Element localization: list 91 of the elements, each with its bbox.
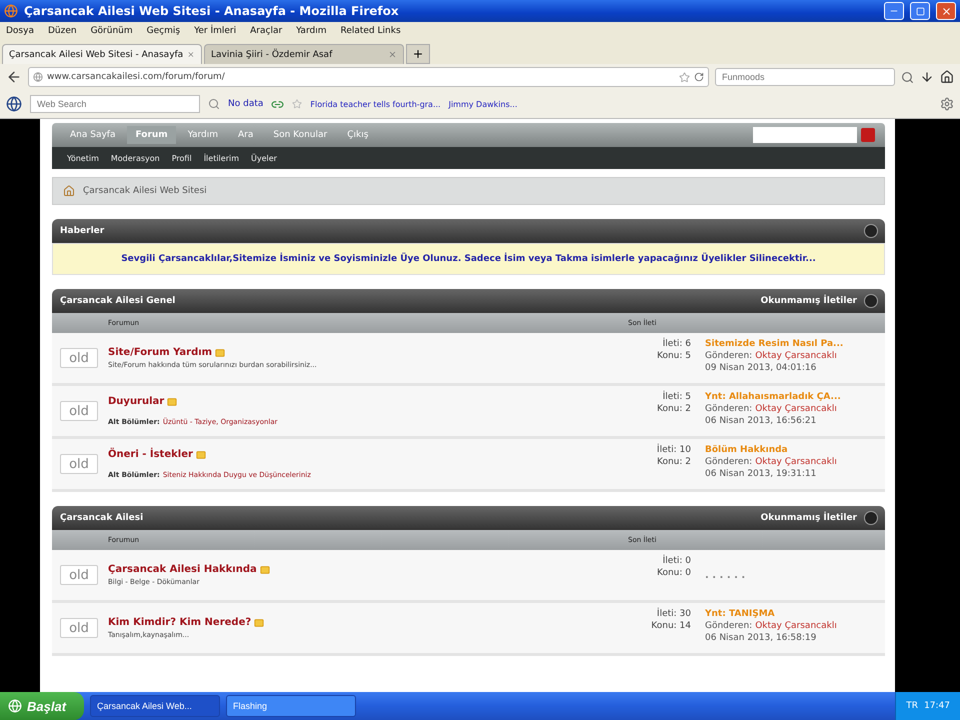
window-title: Çarsancak Ailesi Web Sitesi - Anasayfa - Mozilla Firefox	[24, 4, 400, 18]
web-search-field[interactable]: Web Search	[30, 95, 200, 113]
author-label: Gönderen:	[705, 404, 752, 414]
topic-count: Konu: 5	[657, 351, 691, 361]
menu-item[interactable]: Araçlar	[250, 26, 282, 36]
forum-title-link[interactable]: Kim Kimdir? Kim Nerede?	[108, 617, 252, 628]
download-icon[interactable]	[920, 70, 934, 84]
category-title: Çarsancak Ailesi Genel	[60, 296, 176, 306]
author-link[interactable]: Oktay Çarsancaklı	[755, 457, 837, 467]
browser-tab[interactable]: Çarsancak Ailesi Web Sitesi - Anasayfa	[2, 44, 202, 64]
sub-nav-link[interactable]: Üyeler	[248, 154, 280, 162]
search-icon[interactable]	[208, 98, 220, 110]
author-label: Gönderen:	[705, 351, 752, 361]
toolbar-link[interactable]: Florida teacher tells fourth-gra...	[310, 100, 441, 108]
back-icon[interactable]	[6, 69, 22, 85]
post-date: 06 Nisan 2013, 16:56:21	[705, 416, 818, 426]
unread-posts-link[interactable]: Okunmamış İletiler	[760, 296, 857, 306]
plus-icon	[412, 48, 424, 60]
topic-count: Konu: 0	[657, 568, 691, 578]
close-tab-icon[interactable]	[388, 50, 397, 59]
close-icon	[940, 6, 952, 16]
news-title: Haberler	[60, 226, 106, 236]
settings-icon[interactable]	[940, 97, 954, 111]
close-button[interactable]	[936, 2, 956, 20]
search-icon[interactable]	[901, 70, 914, 84]
post-date: 06 Nisan 2013, 19:31:11	[705, 469, 818, 479]
globe-icon	[33, 72, 43, 82]
clock: 17:47	[924, 701, 950, 711]
menu-item[interactable]: Görünüm	[90, 26, 133, 36]
forum-status-icon: old	[60, 565, 98, 585]
no-post-dots: . . . . . .	[705, 570, 746, 580]
author-link[interactable]: Oktay Çarsancaklı	[755, 404, 837, 414]
menu-item[interactable]: Düzen	[48, 26, 77, 36]
menu-item[interactable]: Yardım	[296, 26, 326, 36]
search-field[interactable]: Funmoods	[715, 68, 895, 86]
news-message: Sevgili Çarsancaklılar,Sitemize İsminiz ve Soyisminizle Üye Olunuz. Sadece İsim veya Takma isimlerle yapacağınız Üyelikler Silinecektir...	[52, 243, 885, 275]
author-label: Gönderen:	[705, 457, 752, 467]
post-count: İleti: 0	[662, 556, 691, 566]
sub-nav-link[interactable]: İletilerim	[200, 154, 242, 162]
sub-nav-link[interactable]: Yönetim	[64, 154, 102, 162]
author-link[interactable]: Oktay Çarsancaklı	[755, 621, 837, 631]
unread-posts-link[interactable]: Okunmamış İletiler	[760, 513, 857, 523]
bookmark-star-icon[interactable]	[679, 72, 690, 82]
maximize-icon	[916, 6, 924, 16]
post-date: 09 Nisan 2013, 04:01:16	[705, 363, 818, 373]
topic-count: Konu: 2	[657, 404, 691, 414]
home-icon[interactable]	[940, 70, 954, 84]
toolbar-link[interactable]: Jimmy Dawkins...	[448, 100, 518, 108]
sub-nav-link[interactable]: Profil	[168, 154, 195, 162]
forum-status-icon: old	[60, 348, 98, 368]
post-count: İleti: 10	[656, 445, 691, 455]
menu-item[interactable]: Related Links	[340, 26, 401, 36]
breadcrumb-link[interactable]: Çarsancak Ailesi Web Sitesi	[83, 186, 207, 196]
browser-logo-icon	[4, 4, 18, 18]
menu-item[interactable]: Geçmiş	[146, 26, 180, 36]
author-link[interactable]: Oktay Çarsancaklı	[755, 351, 837, 361]
collapse-button[interactable]	[865, 225, 877, 237]
close-tab-icon[interactable]	[187, 50, 195, 59]
forum-status-icon: old	[60, 454, 98, 474]
menu-item[interactable]: Dosya	[6, 26, 34, 36]
post-count: İleti: 30	[656, 609, 691, 619]
collapse-button[interactable]	[865, 512, 877, 524]
browser-tab[interactable]: Lavinia Şiiri - Özdemir Asaf	[204, 44, 404, 64]
new-tab-button[interactable]	[406, 44, 430, 64]
collapse-button[interactable]	[865, 295, 877, 307]
reload-icon[interactable]	[694, 72, 704, 82]
status-text: No data	[228, 99, 264, 109]
author-label: Gönderen:	[705, 621, 752, 631]
forum-title-link[interactable]: Çarsancak Ailesi Hakkında	[108, 564, 257, 575]
topic-count: Konu: 2	[657, 457, 691, 467]
globe-icon[interactable]	[6, 96, 22, 112]
site-search-field[interactable]	[753, 127, 857, 143]
post-count: İleti: 5	[662, 392, 691, 402]
forum-status-icon: old	[60, 618, 98, 638]
language-indicator: TR	[906, 701, 918, 711]
menu-item[interactable]: Yer İmleri	[194, 26, 236, 36]
post-date: 06 Nisan 2013, 16:58:19	[705, 633, 818, 643]
post-count: İleti: 6	[662, 339, 691, 349]
sub-nav-link[interactable]: Moderasyon	[108, 154, 163, 162]
url-text: www.carsancakailesi.com/forum/forum/	[47, 72, 226, 82]
address-field[interactable]: www.carsancakailesi.com/forum/forum/	[28, 67, 709, 87]
taskbar-task[interactable]: Flashing	[226, 695, 356, 717]
topic-count: Konu: 14	[651, 621, 691, 631]
category-title: Çarsancak Ailesi	[60, 513, 144, 523]
forum-title-link[interactable]: Duyurular	[108, 396, 164, 407]
maximize-button[interactable]	[910, 2, 930, 20]
minimize-button[interactable]	[884, 2, 904, 20]
forum-title-link[interactable]: Site/Forum Yardım	[108, 347, 212, 358]
forum-status-icon: old	[60, 401, 98, 421]
forum-title-link[interactable]: Öneri - İstekler	[108, 449, 193, 460]
taskbar-task[interactable]: Çarsancak Ailesi Web...	[90, 695, 220, 717]
